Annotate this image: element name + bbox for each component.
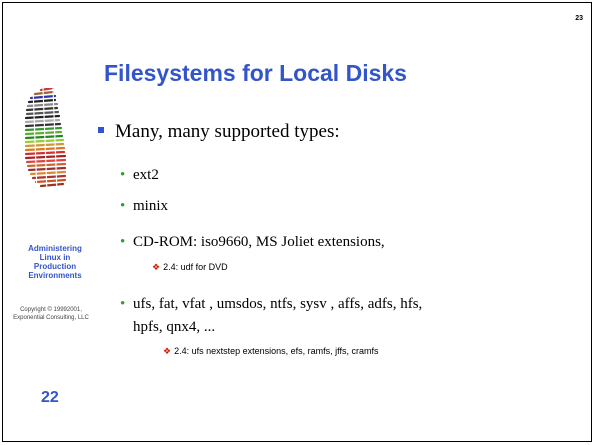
list-item: • minix xyxy=(120,196,169,216)
list-item-text: minix xyxy=(133,198,169,214)
list-item-continuation: hpfs, qnx4, ... xyxy=(133,317,215,337)
list-item: • ufs, fat, vfat , umsdos, ntfs, sysv , … xyxy=(120,294,423,314)
list-item: • ext2 xyxy=(120,165,159,185)
sub-list-item-text: 2.4: ufs nextstep extensions, efs, ramfs… xyxy=(174,346,379,356)
main-bullet: Many, many supported types: xyxy=(98,121,340,143)
square-bullet-icon xyxy=(98,127,104,133)
sub-list-item: ❖ 2.4: ufs nextstep extensions, efs, ramf… xyxy=(163,346,379,357)
list-item: • CD-ROM: iso9660, MS Joliet extensions, xyxy=(120,232,385,252)
diamond-bullet-icon: ❖ xyxy=(152,262,161,272)
dot-bullet-icon: • xyxy=(120,167,126,183)
slide-content: Filesystems for Local Disks Many, many s… xyxy=(0,0,595,445)
dot-bullet-icon: • xyxy=(120,234,126,250)
list-item-text: ufs, fat, vfat , umsdos, ntfs, sysv , af… xyxy=(133,296,423,312)
sub-list-item-text: 2.4: udf for DVD xyxy=(163,262,228,272)
main-bullet-text: Many, many supported types: xyxy=(115,121,340,142)
dot-bullet-icon: • xyxy=(120,296,126,312)
dot-bullet-icon: • xyxy=(120,198,126,214)
list-item-text: CD-ROM: iso9660, MS Joliet extensions, xyxy=(133,234,385,250)
list-item-text: ext2 xyxy=(133,167,159,183)
slide-title: Filesystems for Local Disks xyxy=(104,60,407,86)
diamond-bullet-icon: ❖ xyxy=(163,346,172,356)
list-item-text: hpfs, qnx4, ... xyxy=(133,319,216,335)
sub-list-item: ❖ 2.4: udf for DVD xyxy=(152,262,228,273)
